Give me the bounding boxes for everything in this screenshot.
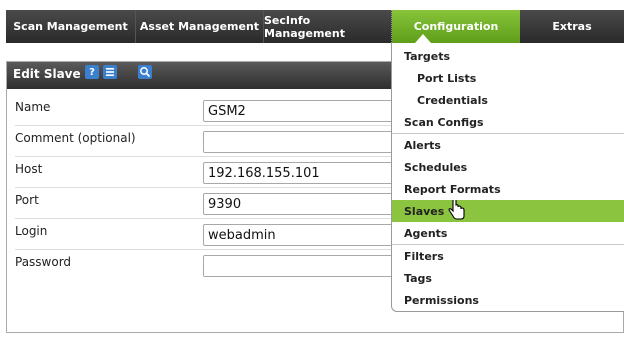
login-label: Login (15, 224, 48, 238)
nav-scan-management[interactable]: Scan Management (6, 10, 136, 43)
comment-label: Comment (optional) (15, 131, 136, 145)
menu-item-slaves[interactable]: Slaves (392, 200, 624, 222)
port-field[interactable] (203, 193, 403, 215)
host-field[interactable] (203, 162, 403, 184)
port-label: Port (15, 193, 39, 207)
menu-item-permissions[interactable]: Permissions (392, 289, 624, 311)
nav-configuration[interactable]: Configuration (392, 10, 520, 43)
menu-item-filters[interactable]: Filters (392, 245, 624, 267)
menu-item-schedules[interactable]: Schedules (392, 156, 624, 178)
menu-item-targets[interactable]: Targets (392, 45, 624, 67)
password-field[interactable] (203, 255, 403, 277)
configuration-dropdown: Targets Port Lists Credentials Scan Conf… (391, 43, 624, 312)
panel-title: Edit Slave (13, 67, 81, 81)
host-label: Host (15, 162, 43, 176)
menu-item-port-lists[interactable]: Port Lists (392, 67, 624, 89)
password-label: Password (15, 255, 72, 269)
name-field[interactable] (203, 100, 403, 122)
name-label: Name (15, 100, 51, 114)
menu-item-scan-configs[interactable]: Scan Configs (392, 111, 624, 133)
comment-field[interactable] (203, 131, 403, 153)
login-field[interactable] (203, 224, 403, 246)
question-icon[interactable]: ? (85, 65, 99, 79)
search-icon[interactable] (138, 65, 152, 79)
hand-cursor-icon (448, 200, 465, 220)
nav-secinfo-management[interactable]: SecInfo Management (264, 10, 392, 43)
menu-item-report-formats[interactable]: Report Formats (392, 178, 624, 200)
nav-asset-management[interactable]: Asset Management (136, 10, 264, 43)
menu-item-alerts[interactable]: Alerts (392, 134, 624, 156)
nav-extras[interactable]: Extras (520, 10, 624, 43)
list-icon[interactable] (103, 65, 117, 79)
menu-caret (415, 34, 431, 43)
menu-item-tags[interactable]: Tags (392, 267, 624, 289)
menu-item-credentials[interactable]: Credentials (392, 89, 624, 111)
menu-item-agents[interactable]: Agents (392, 222, 624, 244)
